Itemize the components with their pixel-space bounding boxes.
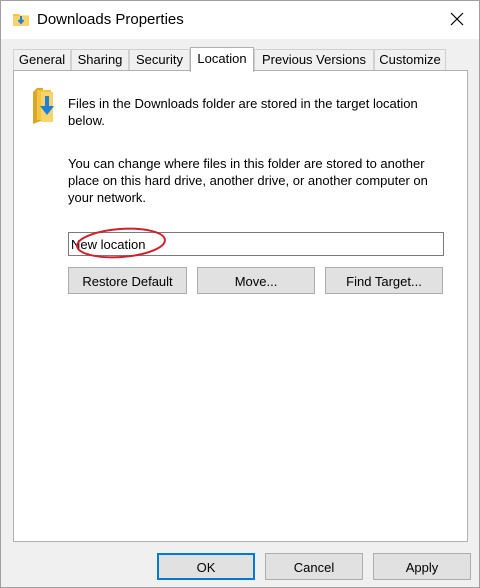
close-icon — [450, 12, 464, 26]
properties-dialog: Downloads Properties General Sharing Sec… — [0, 0, 480, 588]
folder-download-icon — [33, 88, 54, 124]
title-bar: Downloads Properties — [1, 1, 479, 39]
close-button[interactable] — [435, 1, 479, 37]
tab-location[interactable]: Location — [190, 47, 254, 72]
folder-download-icon — [13, 14, 29, 26]
find-target-button[interactable]: Find Target... — [325, 267, 443, 294]
ok-button[interactable]: OK — [157, 553, 255, 580]
apply-button[interactable]: Apply — [373, 553, 471, 580]
tab-general[interactable]: General — [13, 49, 71, 70]
location-description-text: You can change where files in this folde… — [68, 156, 428, 205]
location-path-input[interactable] — [68, 232, 444, 256]
move-button[interactable]: Move... — [197, 267, 315, 294]
restore-default-button[interactable]: Restore Default — [68, 267, 187, 294]
tab-sharing[interactable]: Sharing — [71, 49, 129, 70]
location-tab-panel — [13, 70, 468, 542]
location-info-text: Files in the Downloads folder are stored… — [68, 96, 418, 128]
tab-security[interactable]: Security — [129, 49, 190, 70]
tab-customize[interactable]: Customize — [374, 49, 446, 70]
tab-previous-versions[interactable]: Previous Versions — [254, 49, 374, 70]
cancel-button[interactable]: Cancel — [265, 553, 363, 580]
window-title: Downloads Properties — [37, 11, 184, 28]
